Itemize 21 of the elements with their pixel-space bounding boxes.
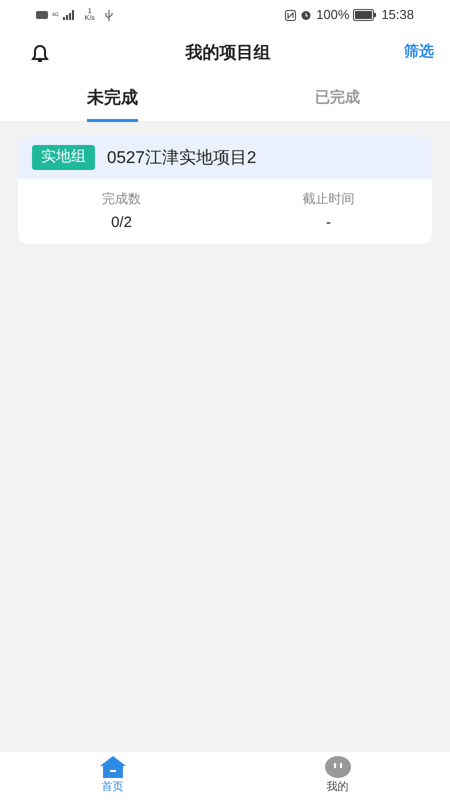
clock-time: 15:38	[381, 6, 414, 24]
stat-value: 0/2	[111, 212, 132, 232]
project-name: 0527江津实地项目2	[107, 146, 256, 169]
battery-icon	[353, 9, 378, 21]
profile-icon	[324, 756, 350, 778]
stat-label: 截止时间	[302, 190, 354, 208]
page-title: 我的项目组	[186, 42, 270, 64]
stat-value: -	[326, 212, 331, 232]
battery-percent: 100%	[316, 6, 350, 24]
tab[interactable]: 未完成	[87, 75, 138, 122]
alarm-icon	[300, 9, 312, 21]
nav-item[interactable]: 我的	[225, 752, 450, 800]
group-tag: 实地组	[32, 145, 95, 170]
signal-icon	[62, 10, 75, 20]
usb-icon	[104, 10, 113, 20]
home-icon	[100, 756, 126, 778]
filter-button[interactable]: 筛选	[404, 41, 434, 64]
project-card[interactable]: 实地组 0527江津实地项目2 完成数 0/2 截止时间 -	[18, 136, 432, 244]
stat-label: 完成数	[102, 190, 141, 208]
nfc-icon	[285, 10, 296, 20]
nav-item[interactable]: 首页	[0, 752, 225, 800]
